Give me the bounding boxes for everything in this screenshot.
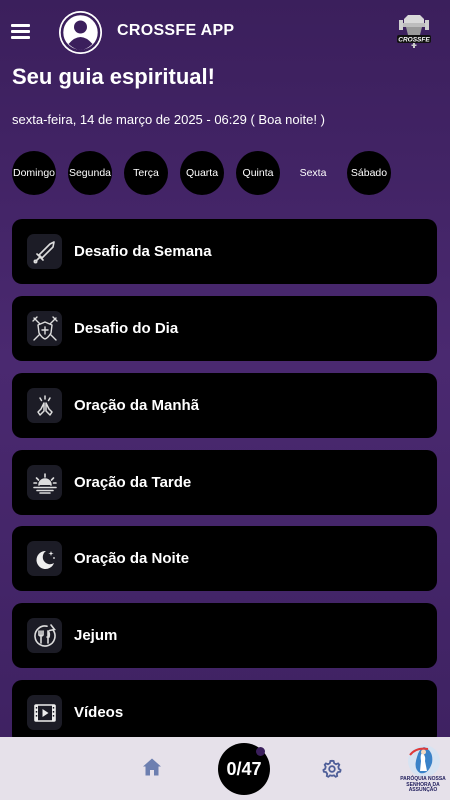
- sunset-icon: [27, 465, 62, 500]
- home-icon[interactable]: [142, 757, 162, 777]
- card-label: Vídeos: [74, 704, 124, 721]
- day-selector: Domingo Segunda Terça Quarta Quinta Sext…: [12, 151, 442, 195]
- fasting-icon: [27, 618, 62, 653]
- hamburger-menu-icon[interactable]: [11, 24, 30, 39]
- avatar[interactable]: [59, 11, 102, 54]
- sword-icon: [27, 234, 62, 269]
- day-terca[interactable]: Terça: [124, 151, 168, 195]
- card-oracao-noite[interactable]: Oração da Noite: [12, 526, 437, 591]
- app-title: CROSSFE APP: [117, 22, 235, 39]
- card-label: Desafio do Dia: [74, 320, 179, 337]
- card-desafio-dia[interactable]: Desafio do Dia: [12, 296, 437, 361]
- day-sexta[interactable]: Sexta: [291, 151, 335, 195]
- app-header: CROSSFE APP CROSSFE: [0, 0, 450, 64]
- card-desafio-semana[interactable]: Desafio da Semana: [12, 219, 437, 284]
- card-videos[interactable]: Vídeos: [12, 680, 437, 745]
- day-segunda[interactable]: Segunda: [68, 151, 112, 195]
- notification-dot: [256, 747, 265, 756]
- crossfe-logo: CROSSFE: [394, 13, 434, 49]
- card-oracao-manha[interactable]: Oração da Manhã: [12, 373, 437, 438]
- page-title: Seu guia espiritual!: [12, 64, 215, 89]
- day-sabado[interactable]: Sábado: [347, 151, 391, 195]
- video-icon: [27, 695, 62, 730]
- svg-text:CROSSFE: CROSSFE: [398, 37, 430, 44]
- user-icon: [59, 11, 102, 54]
- card-oracao-tarde[interactable]: Oração da Tarde: [12, 450, 437, 515]
- day-quinta[interactable]: Quinta: [236, 151, 280, 195]
- date-line: sexta-feira, 14 de março de 2025 - 06:29…: [12, 112, 325, 127]
- day-domingo[interactable]: Domingo: [12, 151, 56, 195]
- gear-icon[interactable]: [322, 759, 342, 779]
- shield-swords-icon: [27, 311, 62, 346]
- card-label: Desafio da Semana: [74, 243, 212, 260]
- card-label: Oração da Manhã: [74, 397, 200, 414]
- day-quarta[interactable]: Quarta: [180, 151, 224, 195]
- card-label: Oração da Tarde: [74, 474, 192, 491]
- card-label: Jejum: [74, 627, 118, 644]
- parish-name: PARÓQUIA NOSSA SENHORA DA ASSUNÇÃO: [400, 776, 446, 793]
- card-label: Oração da Noite: [74, 550, 190, 567]
- praying-hands-icon: [27, 388, 62, 423]
- card-jejum[interactable]: Jejum: [12, 603, 437, 668]
- moon-stars-icon: [27, 541, 62, 576]
